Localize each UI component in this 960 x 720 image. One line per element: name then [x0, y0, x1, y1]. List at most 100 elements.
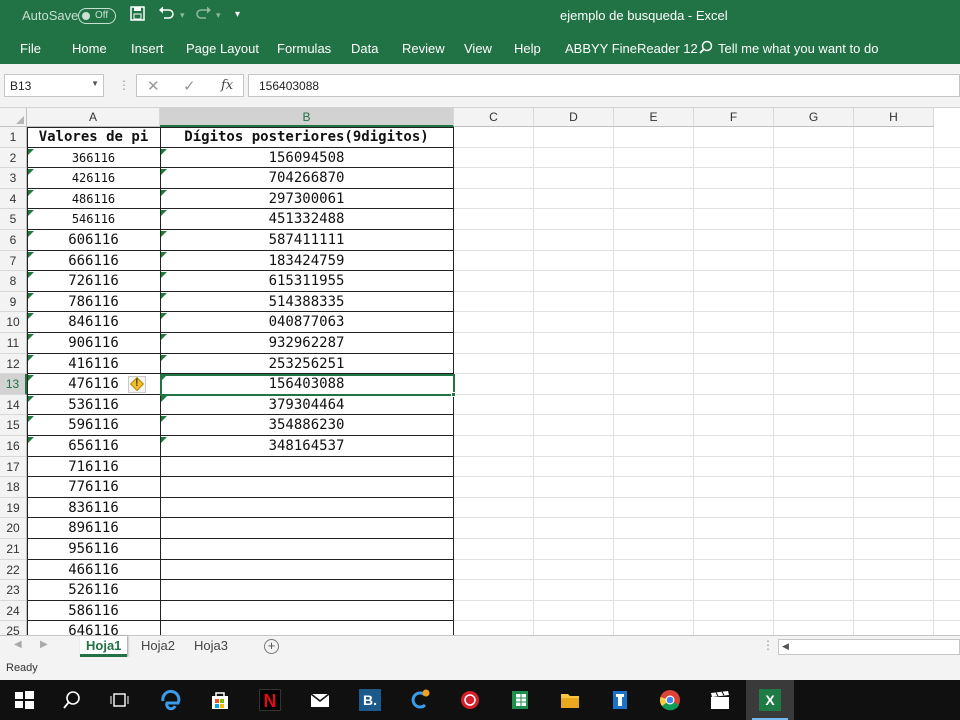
redo-dropdown-icon[interactable]: ▾ [216, 10, 221, 21]
cell-b1[interactable]: Dígitos posteriores(9digitos) [160, 127, 453, 148]
cell-b15[interactable]: 354886230 [160, 415, 453, 436]
row-header-24[interactable]: 24 [0, 600, 27, 622]
sheet-tab-hoja2[interactable]: Hoja2 [135, 636, 181, 657]
cell-a22[interactable]: 466116 [27, 560, 160, 581]
cell-a8[interactable]: 726116 [27, 271, 160, 292]
row-header-6[interactable]: 6 [0, 230, 27, 251]
row-header-2[interactable]: 2 [0, 147, 27, 169]
row-header-18[interactable]: 18 [0, 477, 27, 498]
cell-b2[interactable]: 156094508 [160, 148, 453, 169]
row-header-22[interactable]: 22 [0, 559, 27, 581]
tab-formulas[interactable]: Formulas [277, 41, 331, 56]
select-all-button[interactable] [0, 108, 27, 127]
tab-file[interactable]: File [20, 41, 41, 56]
cell-a14[interactable]: 536116 [27, 395, 160, 416]
row-header-4[interactable]: 4 [0, 188, 27, 210]
row-header-16[interactable]: 16 [0, 436, 27, 457]
horizontal-scrollbar[interactable]: ◀ [778, 639, 960, 655]
sheet-tab-hoja1[interactable]: Hoja1 [80, 636, 128, 657]
cell-a24[interactable]: 586116 [27, 601, 160, 622]
edge-icon[interactable] [146, 680, 194, 720]
row-header-10[interactable]: 10 [0, 312, 27, 333]
cell-a6[interactable]: 606116 [27, 230, 160, 251]
undo-icon[interactable] [158, 6, 176, 25]
worksheet-grid[interactable]: ABCDEFGH 1 2 3 4 5 6 7 8 9 10 11 12 13 14 15 16 17 18 19 20… [0, 108, 960, 635]
cancel-icon[interactable]: ✕ [147, 77, 160, 95]
excel-icon[interactable]: X [746, 680, 794, 720]
row-header-17[interactable]: 17 [0, 456, 27, 478]
warning-icon[interactable]: ! [128, 376, 146, 393]
cell-a21[interactable]: 956116 [27, 539, 160, 560]
cell-a4[interactable]: 486116 [27, 189, 160, 210]
task-view-icon[interactable] [96, 680, 144, 720]
save-icon[interactable] [130, 6, 145, 25]
cell-a3[interactable]: 426116 [27, 168, 160, 189]
fill-handle[interactable] [451, 392, 456, 397]
windows-start-icon[interactable] [0, 680, 48, 720]
row-header-7[interactable]: 7 [0, 250, 27, 272]
cell-b12[interactable]: 253256251 [160, 354, 453, 375]
row-header-13[interactable]: 13 [0, 374, 27, 395]
tab-page-layout[interactable]: Page Layout [186, 41, 259, 56]
cell-a23[interactable]: 526116 [27, 580, 160, 601]
tab-review[interactable]: Review [402, 41, 445, 56]
row-header-19[interactable]: 19 [0, 497, 27, 519]
tell-me-box[interactable]: Tell me what you want to do [718, 41, 878, 56]
row-header-21[interactable]: 21 [0, 539, 27, 560]
row-header-1[interactable]: 1 [0, 127, 27, 148]
cell-b9[interactable]: 514388335 [160, 292, 453, 313]
column-header-d[interactable]: D [534, 108, 614, 127]
column-header-h[interactable]: H [854, 108, 934, 127]
column-header-c[interactable]: C [454, 108, 534, 127]
enter-icon[interactable]: ✓ [183, 77, 196, 95]
cell-b14[interactable]: 379304464 [160, 395, 453, 416]
sheet-tab-hoja3[interactable]: Hoja3 [188, 636, 234, 657]
blue-tool-icon[interactable] [596, 680, 644, 720]
tab-insert[interactable]: Insert [131, 41, 164, 56]
column-header-a[interactable]: A [27, 108, 160, 127]
tab-view[interactable]: View [464, 41, 492, 56]
tab-data[interactable]: Data [351, 41, 378, 56]
tab-split-handle[interactable]: ⋮ [762, 638, 774, 652]
lightbulb-search-icon[interactable] [699, 40, 713, 54]
row-header-8[interactable]: 8 [0, 271, 27, 292]
column-header-f[interactable]: F [694, 108, 774, 127]
formula-bar-grip-icon[interactable]: ⋮ [118, 78, 130, 92]
cell-a25[interactable]: 646116 [27, 621, 160, 635]
cell-a16[interactable]: 656116 [27, 436, 160, 457]
cell-a20[interactable]: 896116 [27, 518, 160, 539]
row-header-15[interactable]: 15 [0, 415, 27, 436]
store-icon[interactable] [196, 680, 244, 720]
row-header-3[interactable]: 3 [0, 168, 27, 189]
row-header-25[interactable]: 25 [0, 621, 27, 635]
cell-b7[interactable]: 183424759 [160, 251, 453, 272]
search-icon[interactable] [48, 680, 96, 720]
cell-b3[interactable]: 704266870 [160, 168, 453, 189]
insert-function-icon[interactable]: fx [221, 78, 233, 93]
cell-b16[interactable]: 348164537 [160, 436, 453, 457]
row-header-12[interactable]: 12 [0, 353, 27, 375]
cell-a9[interactable]: 786116 [27, 292, 160, 313]
column-header-b[interactable]: B [160, 108, 454, 127]
tab-abbyy-finereader[interactable]: ABBYY FineReader 12 [565, 41, 698, 56]
cell-b4[interactable]: 297300061 [160, 189, 453, 210]
prev-sheet-icon[interactable]: ◀ [14, 639, 22, 650]
name-box-dropdown-icon[interactable]: ▼ [91, 79, 99, 88]
video-editor-icon[interactable] [696, 680, 744, 720]
formula-input[interactable]: 156403088 [248, 74, 960, 97]
cell-b6[interactable]: 587411111 [160, 230, 453, 251]
row-header-11[interactable]: 11 [0, 333, 27, 354]
undo-dropdown-icon[interactable]: ▾ [180, 10, 185, 21]
cell-b8[interactable]: 615311955 [160, 271, 453, 292]
cell-a19[interactable]: 836116 [27, 498, 160, 519]
chrome-icon[interactable] [646, 680, 694, 720]
cell-a12[interactable]: 416116 [27, 354, 160, 375]
cell-a5[interactable]: 546116 [27, 209, 160, 230]
redo-icon[interactable] [194, 6, 212, 25]
selected-cell-outline[interactable] [160, 374, 455, 396]
excel-file-icon[interactable] [496, 680, 544, 720]
mail-icon[interactable] [296, 680, 344, 720]
red-app-icon[interactable] [446, 680, 494, 720]
name-box[interactable]: B13 ▼ [4, 74, 104, 97]
cell-a11[interactable]: 906116 [27, 333, 160, 354]
